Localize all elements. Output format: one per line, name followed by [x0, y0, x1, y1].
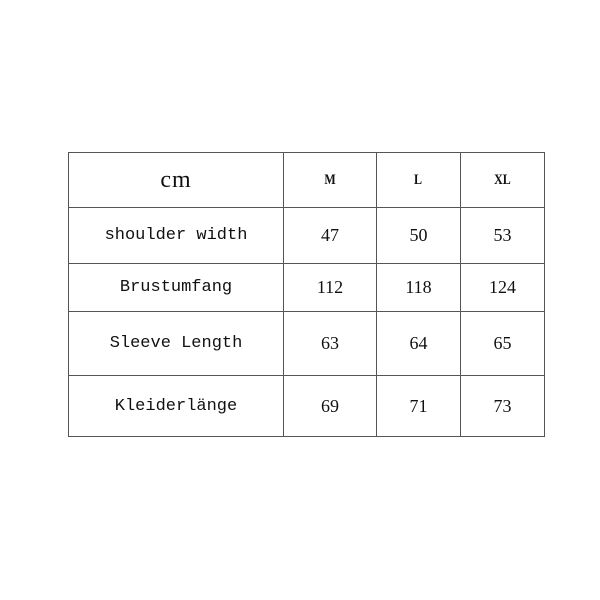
size-header-l: L	[376, 152, 461, 208]
row-label: shoulder width	[68, 207, 284, 264]
table-row: Sleeve Length 63 64 65	[68, 311, 545, 376]
row-label: Sleeve Length	[68, 311, 284, 376]
cell-value: 69	[283, 375, 377, 437]
cell-value: 63	[283, 311, 377, 376]
cell-value: 71	[376, 375, 461, 437]
row-label: Brustumfang	[68, 263, 284, 312]
cell-value: 65	[460, 311, 545, 376]
row-label: Kleiderlänge	[68, 375, 284, 437]
size-header-m: M	[283, 152, 377, 208]
cell-value: 53	[460, 207, 545, 264]
unit-label: cm	[160, 166, 192, 193]
header-row: cm M L XL	[68, 152, 545, 208]
cell-value: 73	[460, 375, 545, 437]
table-row: shoulder width 47 50 53	[68, 207, 545, 264]
cell-value: 112	[283, 263, 377, 312]
cell-value: 64	[376, 311, 461, 376]
table-row: Kleiderlänge 69 71 73	[68, 375, 545, 437]
cell-value: 124	[460, 263, 545, 312]
unit-cell: cm	[68, 152, 284, 208]
size-header-xl: XL	[460, 152, 545, 208]
cell-value: 118	[376, 263, 461, 312]
table-row: Brustumfang 112 118 124	[68, 263, 545, 312]
cell-value: 47	[283, 207, 377, 264]
size-chart-table: cm M L XL shoulder width 47 50 53 Brustu…	[68, 152, 545, 437]
cell-value: 50	[376, 207, 461, 264]
